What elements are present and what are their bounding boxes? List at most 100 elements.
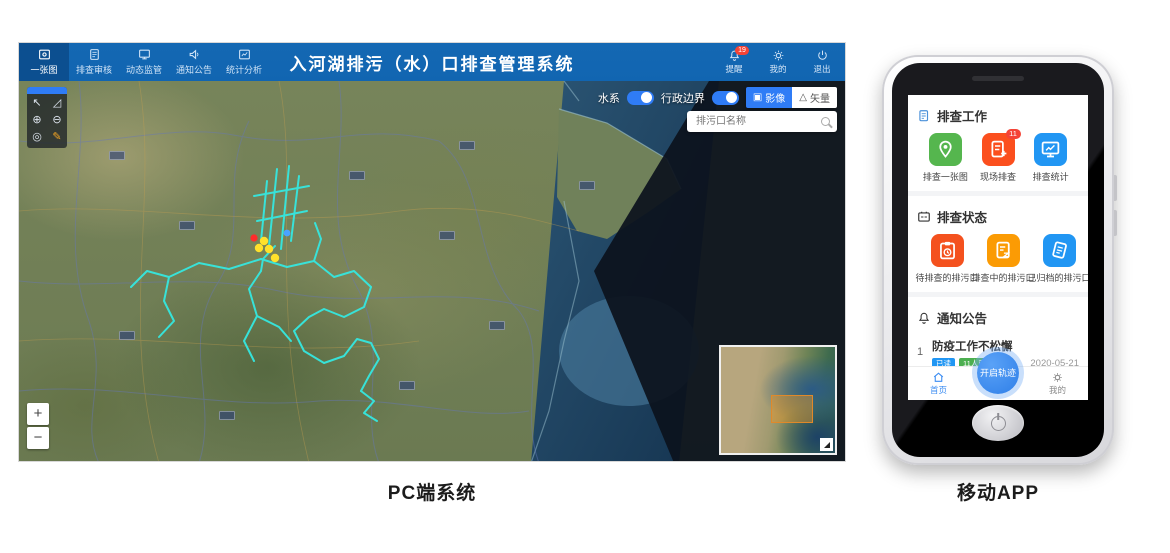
nav-label: 一张图 <box>30 63 57 76</box>
field-inspection-badge: 11 <box>1006 129 1021 139</box>
tool-panel-header <box>27 87 67 94</box>
map-tool-panel: ↖ ◿ ⊕ ⊖ ◎ ✎ <box>27 87 67 148</box>
gear-icon <box>1051 371 1064 384</box>
minimap-collapse-button[interactable] <box>820 438 833 451</box>
outlet-search <box>687 111 837 132</box>
audit-icon <box>88 48 101 61</box>
search-input[interactable] <box>694 115 821 128</box>
my-settings-label: 我的 <box>769 63 786 75</box>
zoom-in-tool-icon[interactable]: ⊕ <box>32 114 41 127</box>
outlet-marker-alert <box>250 234 257 241</box>
zoom-out-tool-icon[interactable]: ⊖ <box>52 114 61 127</box>
map-label-chip <box>109 151 125 160</box>
app-item-archived-outlets[interactable]: 已归档的排污口 <box>1031 234 1087 284</box>
map-label-chip <box>489 321 505 330</box>
statistics-icon <box>238 48 251 61</box>
select-tool-icon[interactable]: ↖ <box>32 97 41 110</box>
layer-controls: 水系 行政边界 ▣ 影像 △ 矢量 <box>598 87 837 108</box>
nav-label: 通知公告 <box>176 63 212 76</box>
outlet-marker <box>271 254 279 262</box>
section-header-status: 排查状态 <box>917 203 1079 232</box>
app-caption: 移动APP <box>882 478 1114 505</box>
map-overview-icon <box>38 48 51 61</box>
measure-tool-icon[interactable]: ◿ <box>53 97 61 110</box>
app-item-label: 待排查的排污口 <box>916 271 979 284</box>
logout-label: 退出 <box>813 63 830 75</box>
gear-icon <box>772 49 785 62</box>
phone-speaker <box>972 76 1024 81</box>
toggle-knob <box>641 92 652 103</box>
tab-home-label: 首页 <box>930 384 947 396</box>
draw-tool-icon[interactable]: ✎ <box>52 131 61 144</box>
status-icon <box>917 210 931 224</box>
clipboard-clock-icon <box>931 234 964 267</box>
nav-item-monitoring[interactable]: 动态监管 <box>119 43 169 81</box>
minimap-extent-box[interactable] <box>771 395 813 423</box>
basemap-imagery-button[interactable]: ▣ 影像 <box>746 87 792 108</box>
announcement-icon <box>188 48 201 61</box>
phone-bezel: 排查工作 排查一张图 11 <box>892 63 1104 457</box>
nav-item-statistics[interactable]: 统计分析 <box>219 43 269 81</box>
nav-item-announcements[interactable]: 通知公告 <box>169 43 219 81</box>
map-label-chip <box>399 381 415 390</box>
notice-index: 1 <box>917 338 925 358</box>
power-icon <box>816 49 829 62</box>
map-label-chip <box>119 331 135 340</box>
overview-minimap[interactable] <box>719 345 837 455</box>
field-check-icon: 11 <box>982 133 1015 166</box>
page: 一张图 排查审核 动态监管 通知公告 统计分析 <box>0 0 1170 553</box>
nav-label: 排查审核 <box>76 63 112 76</box>
pc-caption: PC端系统 <box>18 478 846 505</box>
app-item-label: 现场排查 <box>980 170 1016 183</box>
map-label-chip <box>219 411 235 420</box>
nav-label: 统计分析 <box>226 63 262 76</box>
section-title: 排查状态 <box>937 207 987 226</box>
phone-power-button <box>1114 210 1117 236</box>
locate-tool-icon[interactable]: ◎ <box>32 131 42 144</box>
app-item-inspection-stats[interactable]: 排查统计 <box>1024 133 1077 183</box>
zoom-in-button[interactable]: + <box>27 403 49 425</box>
map-canvas[interactable]: ↖ ◿ ⊕ ⊖ ◎ ✎ 水系 行政边界 ▣ 影像 △ 矢量 <box>19 81 846 462</box>
search-icon[interactable] <box>821 117 830 126</box>
logout-button[interactable]: 退出 <box>805 43 839 81</box>
section-title: 排查工作 <box>937 106 987 125</box>
boundary-layer-toggle[interactable] <box>712 91 739 105</box>
basemap-vector-button[interactable]: △ 矢量 <box>792 87 837 108</box>
app-item-label: 排查中的排污口 <box>972 271 1035 284</box>
power-glyph-icon <box>991 416 1006 431</box>
water-layer-toggle[interactable] <box>627 91 654 105</box>
app-item-pending-outlets[interactable]: 待排查的排污口 <box>919 234 975 284</box>
app-item-label: 已归档的排污口 <box>1028 271 1089 284</box>
my-settings-button[interactable]: 我的 <box>761 43 795 81</box>
app-item-inspection-map[interactable]: 排查一张图 <box>919 133 972 183</box>
header-actions: 提醒 19 我的 退出 <box>717 43 839 81</box>
start-track-button[interactable]: 开启轨迹 <box>977 352 1019 394</box>
nav-item-audit[interactable]: 排查审核 <box>69 43 119 81</box>
water-layer-label: 水系 <box>598 90 620 106</box>
tab-mine[interactable]: 我的 <box>1049 371 1066 396</box>
tab-home[interactable]: 首页 <box>930 371 947 396</box>
doc-archive-icon <box>1043 234 1076 267</box>
zoom-out-button[interactable]: − <box>27 427 49 449</box>
nav-label: 动态监管 <box>126 63 162 76</box>
app-item-label: 排查一张图 <box>923 170 968 183</box>
monitor-icon <box>138 48 151 61</box>
document-icon <box>917 109 931 123</box>
boundary-layer-label: 行政边界 <box>661 90 705 106</box>
alerts-button[interactable]: 提醒 19 <box>717 43 751 81</box>
doc-progress-icon <box>987 234 1020 267</box>
app-item-inspecting-outlets[interactable]: 排查中的排污口 <box>975 234 1031 284</box>
section-title: 通知公告 <box>937 308 987 327</box>
tab-mine-label: 我的 <box>1049 384 1066 396</box>
home-icon <box>932 371 945 384</box>
phone-home-button[interactable] <box>972 405 1024 441</box>
app-item-label: 排查统计 <box>1033 170 1069 183</box>
map-label-chip <box>579 181 595 190</box>
pc-window: 一张图 排查审核 动态监管 通知公告 统计分析 <box>18 42 846 462</box>
phone-volume-button <box>1114 175 1117 201</box>
app-item-field-inspection[interactable]: 11 现场排查 <box>972 133 1025 183</box>
alerts-label: 提醒 <box>725 63 742 75</box>
nav-item-map-overview[interactable]: 一张图 <box>19 43 69 81</box>
monitor-chart-icon <box>1034 133 1067 166</box>
work-grid: 排查一张图 11 现场排查 <box>917 131 1079 191</box>
